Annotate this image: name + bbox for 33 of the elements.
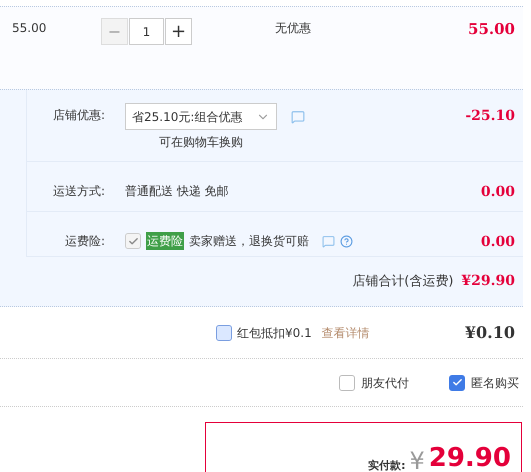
shipping-text: 普通配送 快递 免邮 [125,183,229,200]
payment-label: 实付款: [368,458,406,472]
option-label: 朋友代付 [361,374,409,392]
currency-symbol: ¥ [409,446,425,472]
discount-text: 无优惠 [275,20,311,37]
field-label: 运费险: [64,233,105,250]
row-amount: 0.00 [480,183,515,202]
checkbox[interactable] [339,374,355,390]
help-icon[interactable] [340,234,353,248]
hint-text: 可在购物车换购 [159,134,243,151]
increase-button[interactable]: + [165,18,192,45]
unit-price: 55.00 [12,20,48,37]
row-amount: -25.10 [465,107,515,126]
shop-total-label: 店铺合计(含运费) [352,272,454,291]
payment-amount: 29.90 [428,445,511,471]
row-amount: 0.00 [480,233,515,252]
checkbox[interactable] [216,324,232,340]
checkbox[interactable] [449,374,465,390]
field-label: 运送方式: [52,183,105,200]
option-label: 匿名购买 [471,374,519,392]
message-icon[interactable] [291,110,305,124]
check-icon [128,236,138,246]
insurance-text: 卖家赠送，退换货可赔 [189,233,309,250]
subtotal: 55.00 [468,19,515,40]
deduction-amount: ¥0.10 [464,322,515,344]
shop-total: ¥29.90 [461,272,515,291]
message-icon[interactable] [322,234,335,248]
field-label: 店铺优惠: [52,107,105,124]
quantity-field[interactable]: 1 [129,18,164,45]
deduction-label: 红包抵扣¥0.1 [237,324,312,342]
promotion-select[interactable]: 省25.10元:组合优惠 [125,103,277,130]
insurance-tag: 运费险 [146,232,184,250]
check-icon [452,377,462,388]
